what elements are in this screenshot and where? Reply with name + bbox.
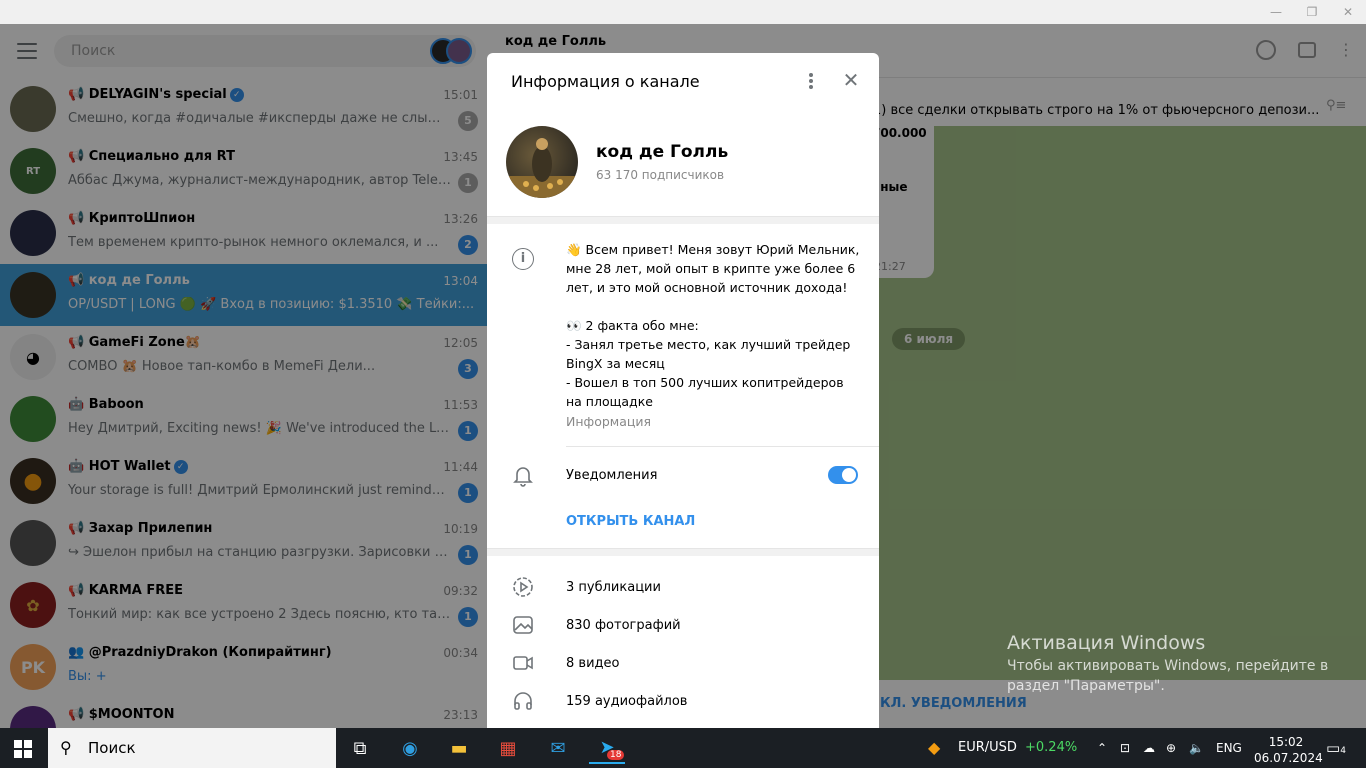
chevron-up-icon[interactable]: ⌃ [1097, 728, 1107, 768]
divider [566, 446, 879, 447]
window-titlebar: — ❐ ✕ [0, 0, 1366, 24]
notifications-label: Уведомления [566, 468, 658, 483]
photo-icon [512, 614, 534, 636]
start-button[interactable] [14, 740, 32, 758]
language-indicator[interactable]: ENG [1216, 728, 1242, 768]
play-icon [512, 576, 534, 598]
taskbar-search-placeholder: Поиск [88, 739, 136, 757]
video-icon [512, 652, 534, 674]
watermark-body: Чтобы активировать Windows, перейдите в … [1007, 658, 1329, 694]
section-divider [487, 216, 879, 224]
volume-icon[interactable]: 🔈 [1189, 728, 1204, 768]
notification-center-icon[interactable]: ▭4 [1326, 728, 1346, 768]
close-icon[interactable]: ✕ [841, 70, 861, 90]
windows-activation-watermark: Активация Windows Чтобы активировать Win… [1007, 632, 1337, 696]
store-icon[interactable]: ▦ [490, 732, 526, 764]
more-options-icon[interactable] [809, 73, 813, 89]
subscribers-count: 63 170 подписчиков [596, 168, 725, 182]
taskbar-search-input[interactable]: ⚲ Поиск [48, 728, 336, 768]
channel-name: код де Голль [596, 142, 729, 162]
clock-date[interactable]: 06.07.2024 [1254, 738, 1323, 778]
close-window-button[interactable]: ✕ [1330, 0, 1366, 24]
restore-button[interactable]: ❐ [1294, 0, 1330, 24]
notification-count: 4 [1340, 746, 1346, 756]
section-divider [487, 548, 879, 556]
dialog-title: Информация о канале [511, 72, 700, 91]
telegram-unread-badge: 18 [607, 750, 625, 760]
windows-taskbar: ⚲ Поиск ⧉ ◉ ▬ ▦ ✉ ➤ 18 ◆ EUR/USD +0.24% ⌃… [0, 728, 1366, 768]
headphones-icon [512, 690, 534, 712]
info-icon: i [512, 248, 534, 270]
media-label: 159 аудиофайлов [566, 694, 688, 709]
channel-avatar[interactable] [506, 126, 578, 198]
meet-now-icon[interactable]: ⊡ [1120, 728, 1130, 768]
search-icon: ⚲ [60, 738, 72, 757]
currency-widget-icon[interactable]: ◆ [928, 728, 940, 768]
currency-change: +0.24% [1025, 740, 1078, 755]
media-label: 8 видео [566, 656, 620, 671]
bell-icon [512, 465, 534, 487]
task-view-icon[interactable]: ⧉ [342, 732, 378, 764]
edge-icon[interactable]: ◉ [392, 732, 428, 764]
cloud-icon[interactable]: ☁ [1143, 728, 1155, 768]
media-label: 830 фотографий [566, 618, 681, 633]
telegram-taskbar-icon[interactable]: ➤ 18 [589, 732, 625, 764]
media-label: 3 публикации [566, 580, 661, 595]
open-channel-button[interactable]: ОТКРЫТЬ КАНАЛ [566, 514, 695, 529]
file-explorer-icon[interactable]: ▬ [441, 732, 477, 764]
description-label: Информация [566, 414, 652, 429]
minimize-button[interactable]: — [1258, 0, 1294, 24]
channel-description: 👋 Всем привет! Меня зовут Юрий Мельник, … [566, 242, 860, 409]
currency-pair[interactable]: EUR/USD [958, 728, 1017, 768]
mail-icon[interactable]: ✉ [540, 732, 576, 764]
watermark-title: Активация Windows [1007, 632, 1206, 654]
notifications-toggle[interactable] [828, 466, 858, 484]
channel-info-dialog: Информация о канале ✕ код де Голль 63 17… [487, 53, 879, 728]
network-icon[interactable]: ⊕ [1166, 728, 1176, 768]
